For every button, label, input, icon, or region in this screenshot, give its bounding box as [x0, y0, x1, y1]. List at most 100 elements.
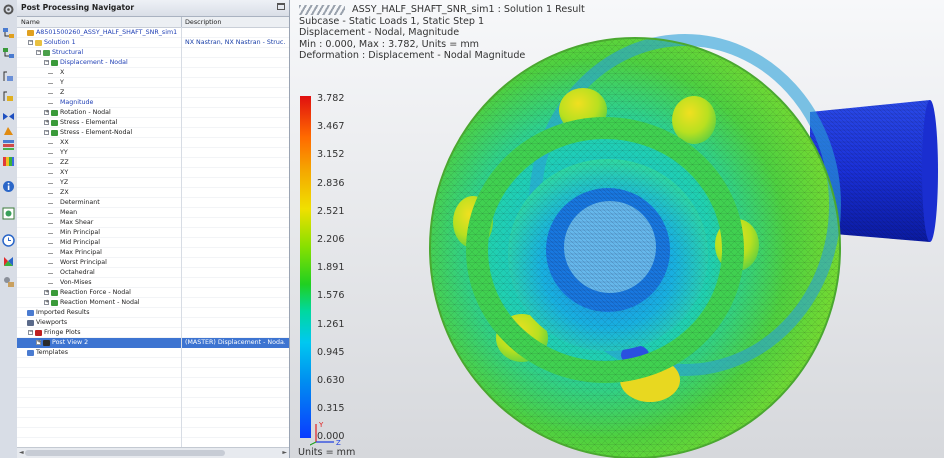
maximize-icon[interactable]: [277, 3, 285, 10]
tree-row-label: Imported Results: [36, 309, 90, 316]
column-header: Name Description: [17, 17, 289, 28]
tree-row-label: Min Principal: [60, 229, 101, 236]
tree-row[interactable]: XY: [17, 168, 289, 178]
palette-icon[interactable]: [2, 155, 15, 168]
horizontal-scrollbar[interactable]: ◄ ►: [17, 447, 289, 458]
tree-row-label: Displacement - Nodal: [60, 59, 128, 66]
scrollbar-thumb[interactable]: [25, 450, 225, 456]
history-icon[interactable]: [2, 124, 15, 137]
expand-icon[interactable]: +: [44, 110, 49, 115]
tree-connector: [48, 283, 53, 284]
tree-row[interactable]: Octahedral: [17, 268, 289, 278]
tree-row[interactable]: + Reaction Force - Nodal: [17, 288, 289, 298]
column-name-header[interactable]: Name: [21, 17, 40, 27]
tree-connector: [48, 203, 53, 204]
tree-row[interactable]: Max Principal: [17, 248, 289, 258]
folder-icon: [35, 40, 42, 46]
tree-row[interactable]: − Fringe Plots: [17, 328, 289, 338]
tree-row[interactable]: Imported Results: [17, 308, 289, 318]
tree-row[interactable]: Von-Mises: [17, 278, 289, 288]
assembly-navigator-icon[interactable]: [2, 27, 15, 40]
tree-row-label: Max Principal: [60, 249, 102, 256]
constraint-navigator-icon[interactable]: [2, 70, 15, 83]
expand-icon[interactable]: +: [44, 300, 49, 305]
tree-row[interactable]: Mid Principal: [17, 238, 289, 248]
tree-row[interactable]: Worst Principal: [17, 258, 289, 268]
tree-connector: [48, 273, 53, 274]
tree-row[interactable]: YY: [17, 148, 289, 158]
tree-row[interactable]: + Post View 2 (MASTER) Displacement - Noda…: [17, 338, 289, 348]
simulation-navigator-icon[interactable]: [2, 47, 15, 60]
tree-connector: [48, 243, 53, 244]
tree-row[interactable]: XX: [17, 138, 289, 148]
tree-row-label: Rotation - Nodal: [60, 109, 111, 116]
tree-row[interactable]: + Rotation - Nodal: [17, 108, 289, 118]
collapse-icon[interactable]: −: [36, 50, 41, 55]
column-description-header[interactable]: Description: [185, 17, 221, 27]
tree-row[interactable]: − Solution 1 NX Nastran, NX Nastran - Stru…: [17, 38, 289, 48]
tree-row-label: Max Shear: [60, 219, 94, 226]
inner-race: [508, 159, 708, 351]
tree-row[interactable]: ZZ: [17, 158, 289, 168]
tree-row-label: Fringe Plots: [44, 329, 81, 336]
column-divider[interactable]: [181, 17, 182, 27]
tree-row[interactable]: − Stress - Element-Nodal: [17, 128, 289, 138]
tree-row[interactable]: + Reaction Moment - Nodal: [17, 298, 289, 308]
tree-row[interactable]: + Stress - Elemental: [17, 118, 289, 128]
tree-connector: [48, 193, 53, 194]
tree-row-label: Stress - Element-Nodal: [60, 129, 133, 136]
navigator-title: Post Processing Navigator: [17, 0, 289, 17]
collapse-icon[interactable]: −: [44, 60, 49, 65]
gear-icon[interactable]: [2, 3, 15, 16]
layers-icon[interactable]: [2, 138, 15, 151]
roles-icon[interactable]: [2, 275, 15, 288]
collapse-icon[interactable]: −: [28, 40, 33, 45]
tree-row[interactable]: − Displacement - Nodal: [17, 58, 289, 68]
graphics-window[interactable]: ASSY_HALF_SHAFT_SNR_sim1 : Solution 1 Re…: [290, 0, 944, 458]
tree-row-label: Templates: [36, 349, 69, 356]
history-clock-icon[interactable]: [2, 234, 15, 247]
scroll-left-icon[interactable]: ◄: [19, 449, 24, 456]
tree-row-description: (MASTER) Displacement - Noda...: [185, 339, 285, 346]
expand-icon[interactable]: +: [36, 340, 41, 345]
expand-icon[interactable]: +: [44, 290, 49, 295]
tree-row-label: Reaction Moment - Nodal: [60, 299, 140, 306]
tree-connector: [48, 93, 53, 94]
part-navigator-icon[interactable]: [2, 90, 15, 103]
tree-row[interactable]: − Structural: [17, 48, 289, 58]
tree-row[interactable]: Max Shear: [17, 218, 289, 228]
tree-row[interactable]: Y: [17, 78, 289, 88]
cv-joint-fe-model[interactable]: [290, 0, 944, 458]
tree-row[interactable]: Mean: [17, 208, 289, 218]
imported-icon: [27, 310, 34, 316]
tree-row[interactable]: Min Principal: [17, 228, 289, 238]
collapse-icon[interactable]: −: [44, 130, 49, 135]
web-browser-icon[interactable]: [2, 207, 15, 220]
tree-row[interactable]: Viewports: [17, 318, 289, 328]
collapse-icon[interactable]: −: [28, 330, 33, 335]
tree-row[interactable]: A8501500260_ASSY_HALF_SHAFT_SNR_sim1: [17, 28, 289, 38]
bowtie-icon[interactable]: [2, 110, 15, 123]
tree-row[interactable]: ZX: [17, 188, 289, 198]
scroll-right-icon[interactable]: ►: [282, 449, 287, 456]
fringe-icon: [35, 330, 42, 336]
reuse-library-icon[interactable]: [2, 255, 15, 268]
tree-row-label: Stress - Elemental: [60, 119, 118, 126]
tree-row-label: XX: [60, 139, 69, 146]
tree-row-label: YY: [60, 149, 68, 156]
tree-row[interactable]: X: [17, 68, 289, 78]
tree-row[interactable]: YZ: [17, 178, 289, 188]
info-icon[interactable]: [2, 180, 15, 193]
tree-connector: [48, 143, 53, 144]
tree-row[interactable]: Determinant: [17, 198, 289, 208]
tree-row[interactable]: Z: [17, 88, 289, 98]
expand-icon[interactable]: +: [44, 120, 49, 125]
coordinate-triad: Z Y: [310, 421, 341, 447]
tree-connector: [48, 253, 53, 254]
tree-row[interactable]: Magnitude: [17, 98, 289, 108]
tree-row-label: Post View 2: [52, 339, 89, 346]
tree-connector: [48, 263, 53, 264]
tree-connector: [48, 183, 53, 184]
tree-row-label: Y: [60, 79, 64, 86]
tree-row[interactable]: Templates: [17, 348, 289, 358]
